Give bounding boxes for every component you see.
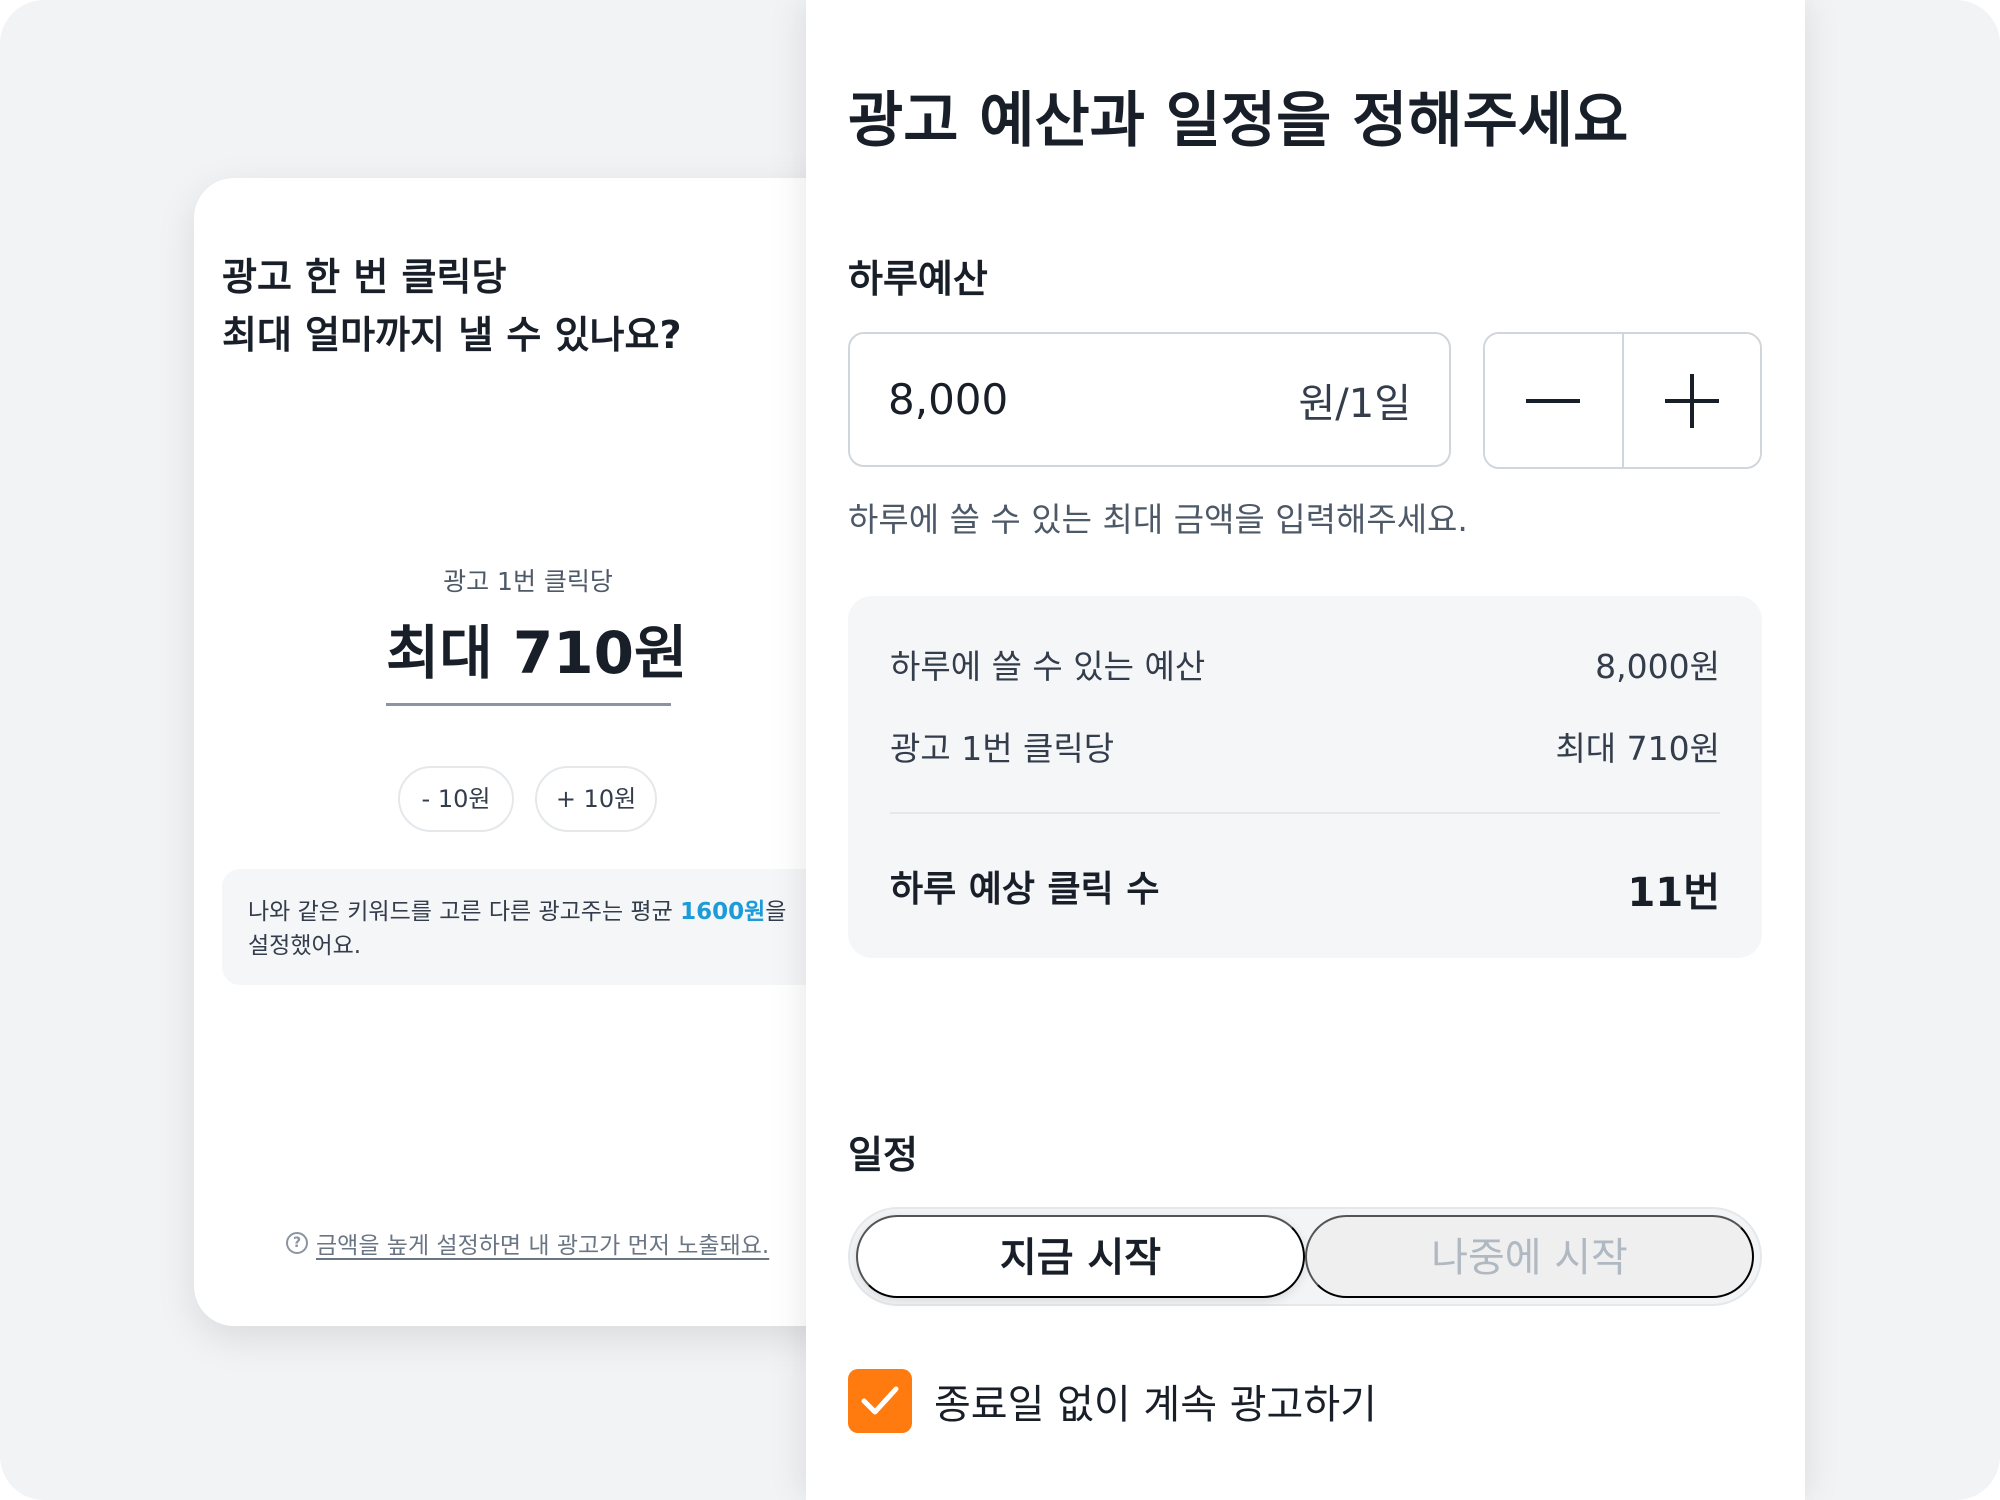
- start-now-option[interactable]: 지금 시작: [856, 1215, 1305, 1298]
- summary-row-per-click: 광고 1번 클릭당 최대 710원: [890, 722, 1720, 770]
- no-end-date-checkbox[interactable]: [848, 1369, 912, 1433]
- info-suffix: 을: [765, 899, 787, 925]
- info-line2: 설정했어요.: [248, 933, 362, 959]
- average-bid-highlight: 1600원: [680, 899, 766, 925]
- page-title: 광고 예산과 일정을 정해주세요: [848, 86, 1629, 156]
- summary-total-label: 하루 예상 클릭 수: [890, 869, 1160, 910]
- minus-icon: [1526, 398, 1581, 403]
- bid-hint-text[interactable]: 금액을 높게 설정하면 내 광고가 먼저 노출돼요.: [316, 1226, 769, 1260]
- summary-value: 8,000원: [1595, 647, 1720, 686]
- budget-schedule-panel: 광고 예산과 일정을 정해주세요 하루예산 8,000 원/1일 하루에 쓸 수…: [806, 0, 1805, 1500]
- budget-decrease-button[interactable]: [1485, 334, 1622, 467]
- info-prefix: 나와 같은 키워드를 고른 다른 광고주는 평균: [248, 899, 681, 925]
- bid-hint-link[interactable]: ? 금액을 높게 설정하면 내 광고가 먼저 노출돼요.: [286, 1226, 769, 1260]
- bid-card-title-line1: 광고 한 번 클릭당: [222, 255, 507, 299]
- budget-stepper: [1483, 332, 1762, 469]
- summary-row-expected-clicks: 하루 예상 클릭 수 11번: [890, 860, 1720, 918]
- amount-underline: [386, 703, 671, 706]
- bid-card-title: 광고 한 번 클릭당 최대 얼마까지 낼 수 있나요?: [222, 248, 682, 364]
- decrease-10-button[interactable]: - 10원: [398, 766, 514, 832]
- start-later-option[interactable]: 나중에 시작: [1305, 1215, 1754, 1298]
- increase-10-button[interactable]: + 10원: [535, 766, 657, 832]
- summary-value: 최대 710원: [1555, 729, 1720, 768]
- question-circle-icon: ?: [286, 1232, 308, 1254]
- per-click-label: 광고 1번 클릭당: [443, 567, 613, 596]
- daily-budget-label: 하루예산: [848, 257, 988, 301]
- summary-row-daily-budget: 하루에 쓸 수 있는 예산 8,000원: [890, 640, 1720, 688]
- daily-budget-unit: 원/1일: [1298, 380, 1411, 427]
- no-end-date-label[interactable]: 종료일 없이 계속 광고하기: [934, 1372, 1377, 1430]
- daily-budget-value[interactable]: 8,000: [888, 375, 1008, 424]
- budget-summary: 하루에 쓸 수 있는 예산 8,000원 광고 1번 클릭당 최대 710원 하…: [848, 596, 1762, 958]
- budget-helper-text: 하루에 쓸 수 있는 최대 금액을 입력해주세요.: [848, 500, 1468, 539]
- schedule-segmented-control: 지금 시작 나중에 시작: [848, 1207, 1762, 1306]
- summary-label: 광고 1번 클릭당: [890, 729, 1115, 768]
- checkmark-icon: [861, 1386, 899, 1415]
- bid-card-title-line2: 최대 얼마까지 낼 수 있나요?: [222, 313, 682, 357]
- daily-budget-input[interactable]: 8,000 원/1일: [848, 332, 1451, 467]
- summary-label: 하루에 쓸 수 있는 예산: [890, 647, 1206, 686]
- budget-increase-button[interactable]: [1621, 334, 1760, 467]
- summary-total-value: 11번: [1627, 870, 1720, 916]
- no-end-date-row[interactable]: 종료일 없이 계속 광고하기: [848, 1369, 1377, 1433]
- canvas-background: 광고 한 번 클릭당 최대 얼마까지 낼 수 있나요? 광고 1번 클릭당 최대…: [0, 0, 2000, 1500]
- schedule-label: 일정: [848, 1133, 918, 1177]
- max-bid-amount[interactable]: 최대 710원: [386, 618, 687, 688]
- summary-divider: [890, 812, 1720, 814]
